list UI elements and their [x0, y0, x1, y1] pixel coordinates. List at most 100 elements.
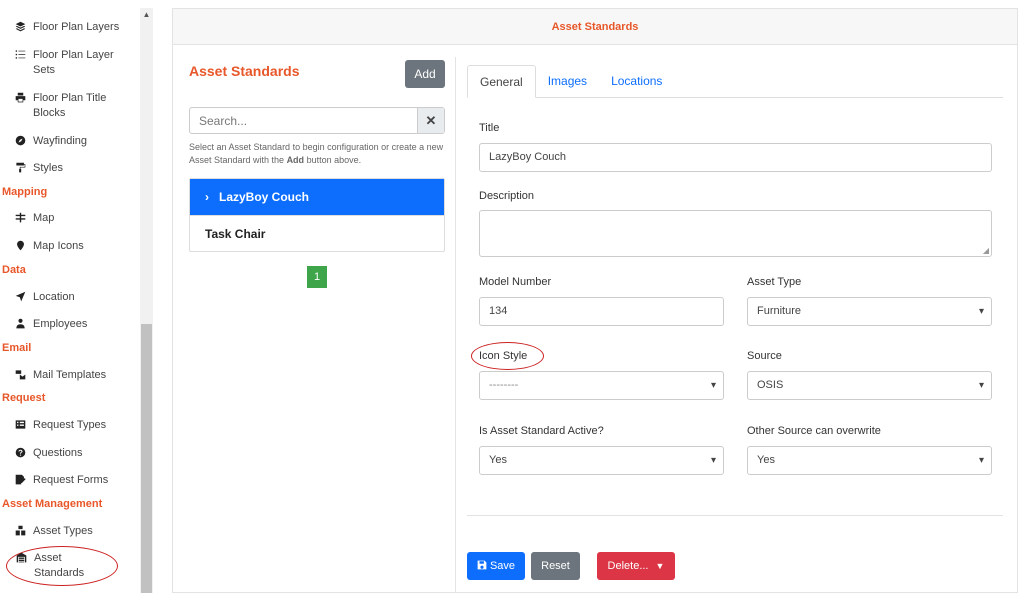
save-label: Save [489, 560, 516, 572]
sidebar-item-floor-plan-title-blocks[interactable]: Floor Plan Title Blocks [14, 91, 136, 121]
sidebar-item-label: Request Forms [33, 474, 109, 486]
description-field[interactable]: ◢ [479, 210, 992, 257]
overwrite-select[interactable]: Yes [747, 446, 992, 475]
sidebar-item-label: Request Types [33, 419, 107, 431]
sidebar-item-request-types[interactable]: Request Types [14, 418, 136, 433]
description-label: Description [479, 190, 535, 202]
save-icon [477, 560, 487, 570]
sidebar-item-label: Floor Plan Layer Sets [33, 49, 114, 76]
section-asset-management: Asset Management [2, 498, 103, 510]
sidebar-item-label: Asset Types [33, 525, 93, 537]
cubes-icon [14, 524, 27, 537]
list-item-label: Task Chair [205, 227, 266, 241]
page-title: Asset Standards [173, 9, 1017, 45]
active-label: Is Asset Standard Active? [479, 425, 604, 437]
mail-bulk-icon [14, 368, 27, 381]
add-button[interactable]: Add [405, 60, 445, 88]
icon-style-select[interactable]: -------- [479, 371, 724, 400]
list-item[interactable]: › LazyBoy Couch [190, 179, 444, 215]
sidebar-item-location[interactable]: Location [14, 290, 136, 305]
overwrite-label: Other Source can overwrite [747, 425, 881, 437]
signpost-icon [14, 211, 27, 224]
delete-dropdown-button[interactable]: Delete... ▼ [597, 552, 675, 580]
list-item[interactable]: Task Chair [190, 215, 444, 251]
title-field[interactable]: LazyBoy Couch [479, 143, 992, 172]
icon-style-label: Icon Style [479, 350, 528, 362]
tab-general[interactable]: General [467, 65, 536, 98]
list-title: Asset Standards [189, 63, 300, 79]
chevron-right-icon: › [205, 190, 209, 204]
file-signature-icon [14, 473, 27, 486]
user-tie-icon [14, 317, 27, 330]
reset-button[interactable]: Reset [531, 552, 580, 580]
sidebar-item-asset-standards[interactable]: Asset Standards [6, 546, 118, 586]
clear-search-icon[interactable]: ✕ [417, 108, 444, 133]
caret-down-icon: ▼ [655, 561, 665, 571]
compass-icon [14, 134, 27, 147]
sidebar-scrollbar[interactable]: ▲ [140, 8, 153, 593]
sidebar-item-styles[interactable]: Styles [14, 161, 136, 176]
sidebar: Floor Plan Layers Floor Plan Layer Sets … [0, 0, 153, 593]
section-email: Email [2, 342, 32, 354]
model-number-field[interactable]: 134 [479, 297, 724, 326]
sidebar-item-wayfinding[interactable]: Wayfinding [14, 134, 136, 149]
asset-type-select[interactable]: Furniture [747, 297, 992, 326]
sidebar-item-asset-types[interactable]: Asset Types [14, 524, 136, 539]
delete-label: Delete... [607, 560, 649, 572]
section-request: Request [2, 392, 46, 404]
sidebar-item-employees[interactable]: Employees [14, 317, 136, 332]
sidebar-item-label: Map Icons [33, 240, 84, 252]
list-item-label: LazyBoy Couch [219, 190, 310, 204]
section-mapping: Mapping [2, 186, 48, 198]
asset-type-label: Asset Type [747, 276, 802, 288]
help-text: Select an Asset Standard to begin config… [189, 141, 447, 167]
sidebar-item-floor-plan-layer-sets[interactable]: Floor Plan Layer Sets [14, 48, 136, 78]
list-alt-icon [14, 418, 27, 431]
sidebar-item-label: Asset Standards [34, 552, 85, 579]
model-number-label: Model Number [479, 276, 552, 288]
sidebar-item-label: Location [33, 291, 75, 303]
section-data: Data [2, 264, 26, 276]
warehouse-icon [15, 551, 28, 564]
source-select[interactable]: OSIS [747, 371, 992, 400]
sidebar-item-label: Map [33, 212, 55, 224]
sidebar-item-map-icons[interactable]: Map Icons [14, 239, 136, 254]
asset-standard-list: › LazyBoy Couch Task Chair [189, 178, 445, 252]
form-divider [467, 515, 1003, 516]
print-icon [14, 91, 27, 104]
scroll-up-arrow-icon[interactable]: ▲ [140, 8, 153, 21]
sidebar-item-mail-templates[interactable]: Mail Templates [14, 368, 136, 383]
help-text-part: button above. [304, 155, 362, 165]
save-button[interactable]: Save [467, 552, 525, 580]
active-select[interactable]: Yes [479, 446, 724, 475]
sidebar-item-label: Floor Plan Title Blocks [33, 92, 107, 119]
pane-divider [455, 57, 456, 593]
map-marker-icon [14, 239, 27, 252]
title-label: Title [479, 122, 500, 134]
search-box: ✕ [189, 107, 445, 134]
sidebar-item-label: Styles [33, 162, 63, 174]
pagination-page[interactable]: 1 [307, 266, 327, 288]
tab-images[interactable]: Images [536, 65, 599, 98]
paint-roller-icon [14, 161, 27, 174]
source-label: Source [747, 350, 782, 362]
search-input[interactable] [190, 108, 417, 133]
tab-locations[interactable]: Locations [599, 65, 674, 98]
sidebar-item-questions[interactable]: Questions [14, 446, 136, 461]
sidebar-item-label: Mail Templates [33, 369, 107, 381]
detail-tabs: General Images Locations [467, 65, 1003, 98]
sidebar-item-label: Questions [33, 447, 83, 459]
location-arrow-icon [14, 290, 27, 303]
sidebar-item-label: Floor Plan Layers [33, 21, 120, 33]
sidebar-item-label: Wayfinding [33, 135, 88, 147]
question-circle-icon [14, 446, 27, 459]
sidebar-item-request-forms[interactable]: Request Forms [14, 473, 136, 488]
layers-icon [14, 20, 27, 33]
sidebar-item-label: Employees [33, 318, 88, 330]
list-icon [14, 48, 27, 61]
sidebar-item-map[interactable]: Map [14, 211, 136, 226]
asset-standards-panel: Asset Standards Asset Standards Add ✕ Se… [172, 8, 1018, 593]
resize-grip-icon[interactable]: ◢ [983, 246, 989, 255]
sidebar-item-floor-plan-layers[interactable]: Floor Plan Layers [14, 20, 136, 35]
scrollbar-thumb[interactable] [141, 324, 152, 593]
